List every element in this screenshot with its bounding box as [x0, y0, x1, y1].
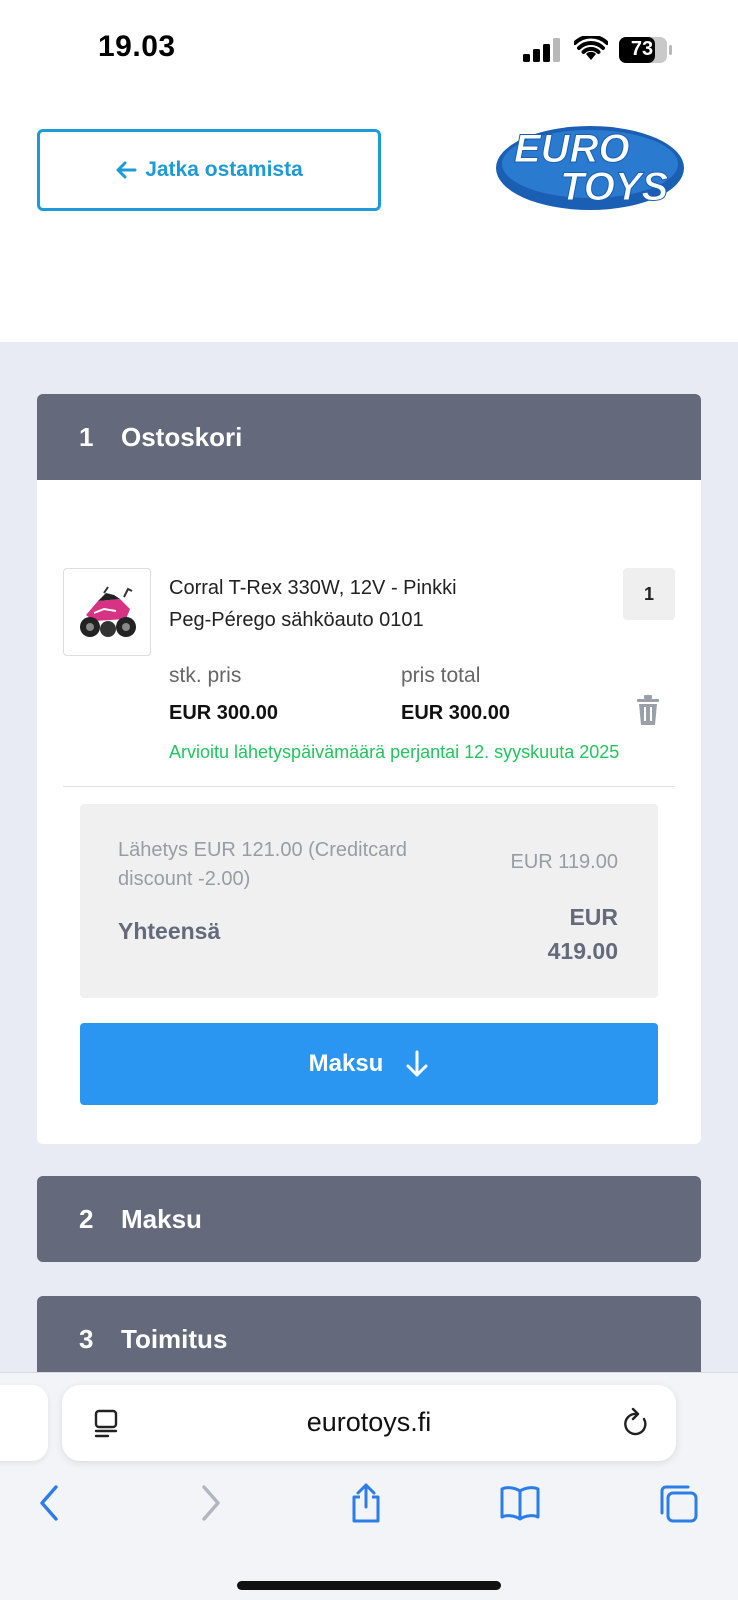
shipping-label: Lähetys EUR 121.00 (Creditcard discount …	[118, 839, 408, 890]
wifi-icon	[574, 36, 608, 60]
url-text: eurotoys.fi	[306, 1407, 432, 1437]
checkout-main: 1 Ostoskori Corral T-Rex 330W, 12V - Pin…	[0, 342, 738, 1372]
eurotoys-logo[interactable]: EURO TOYS	[494, 120, 686, 212]
cart-card: Corral T-Rex 330W, 12V - Pinkki Peg-Pére…	[37, 480, 701, 1144]
address-bar[interactable]: eurotoys.fi	[62, 1385, 676, 1461]
total-amount: EUR 419.00	[547, 904, 618, 964]
step-number: 1	[79, 421, 94, 452]
total-price-label: pris total	[401, 664, 481, 687]
divider	[63, 786, 675, 787]
step-number: 3	[79, 1323, 94, 1354]
signal-icon	[523, 38, 560, 62]
battery-level: 73	[630, 38, 654, 60]
continue-shopping-button[interactable]: Jatka ostamista	[37, 129, 381, 211]
product-thumbnail[interactable]	[63, 568, 151, 656]
share-icon[interactable]	[346, 1483, 386, 1523]
tabs-icon[interactable]	[658, 1483, 698, 1523]
arrow-left-icon	[116, 161, 137, 179]
continue-shopping-label: Jatka ostamista	[145, 158, 303, 181]
forward-icon[interactable]	[190, 1483, 230, 1523]
status-bar: 19.03 73	[0, 0, 738, 100]
order-summary: Lähetys EUR 121.00 (Creditcard discount …	[80, 804, 658, 998]
shipping-amount: EUR 119.00	[510, 851, 618, 873]
product-name-line1: Corral T-Rex 330W, 12V - Pinkki	[169, 577, 457, 599]
step-payment-header[interactable]: 2 Maksu	[37, 1176, 701, 1262]
previous-tab[interactable]	[0, 1385, 48, 1461]
total-label: Yhteensä	[118, 918, 221, 944]
step-label: Toimitus	[121, 1323, 228, 1354]
trash-icon[interactable]	[635, 695, 661, 725]
step-number: 2	[79, 1203, 94, 1234]
step-label: Maksu	[121, 1203, 202, 1234]
unit-price: EUR 300.00	[169, 702, 278, 724]
pay-button[interactable]: Maksu	[80, 1023, 658, 1105]
step-label: Ostoskori	[121, 421, 243, 452]
unit-price-label: stk. pris	[169, 664, 242, 687]
arrow-down-icon	[406, 1050, 428, 1077]
product-name[interactable]: Corral T-Rex 330W, 12V - Pinkki Peg-Pére…	[169, 572, 457, 636]
browser-toolbar: eurotoys.fi	[0, 1372, 738, 1600]
quantity-field[interactable]: 1	[623, 568, 675, 620]
step-delivery-header[interactable]: 3 Toimitus	[37, 1296, 701, 1372]
back-icon[interactable]	[30, 1483, 70, 1523]
home-indicator	[237, 1581, 501, 1590]
delivery-estimate: Arvioitu lähetyspäivämäärä perjantai 12.…	[169, 742, 620, 762]
svg-text:TOYS: TOYS	[560, 165, 669, 209]
total-price: EUR 300.00	[401, 702, 510, 724]
step-cart-header[interactable]: 1 Ostoskori	[37, 394, 701, 480]
status-time: 19.03	[98, 30, 176, 63]
site-header: Jatka ostamista EURO TOYS	[0, 100, 738, 342]
reload-icon[interactable]	[620, 1407, 650, 1439]
bookmarks-icon[interactable]	[500, 1483, 540, 1523]
battery-icon: 73	[618, 36, 674, 64]
pay-button-label: Maksu	[308, 1050, 384, 1077]
product-name-line2: Peg-Pérego sähköauto 0101	[169, 609, 424, 631]
